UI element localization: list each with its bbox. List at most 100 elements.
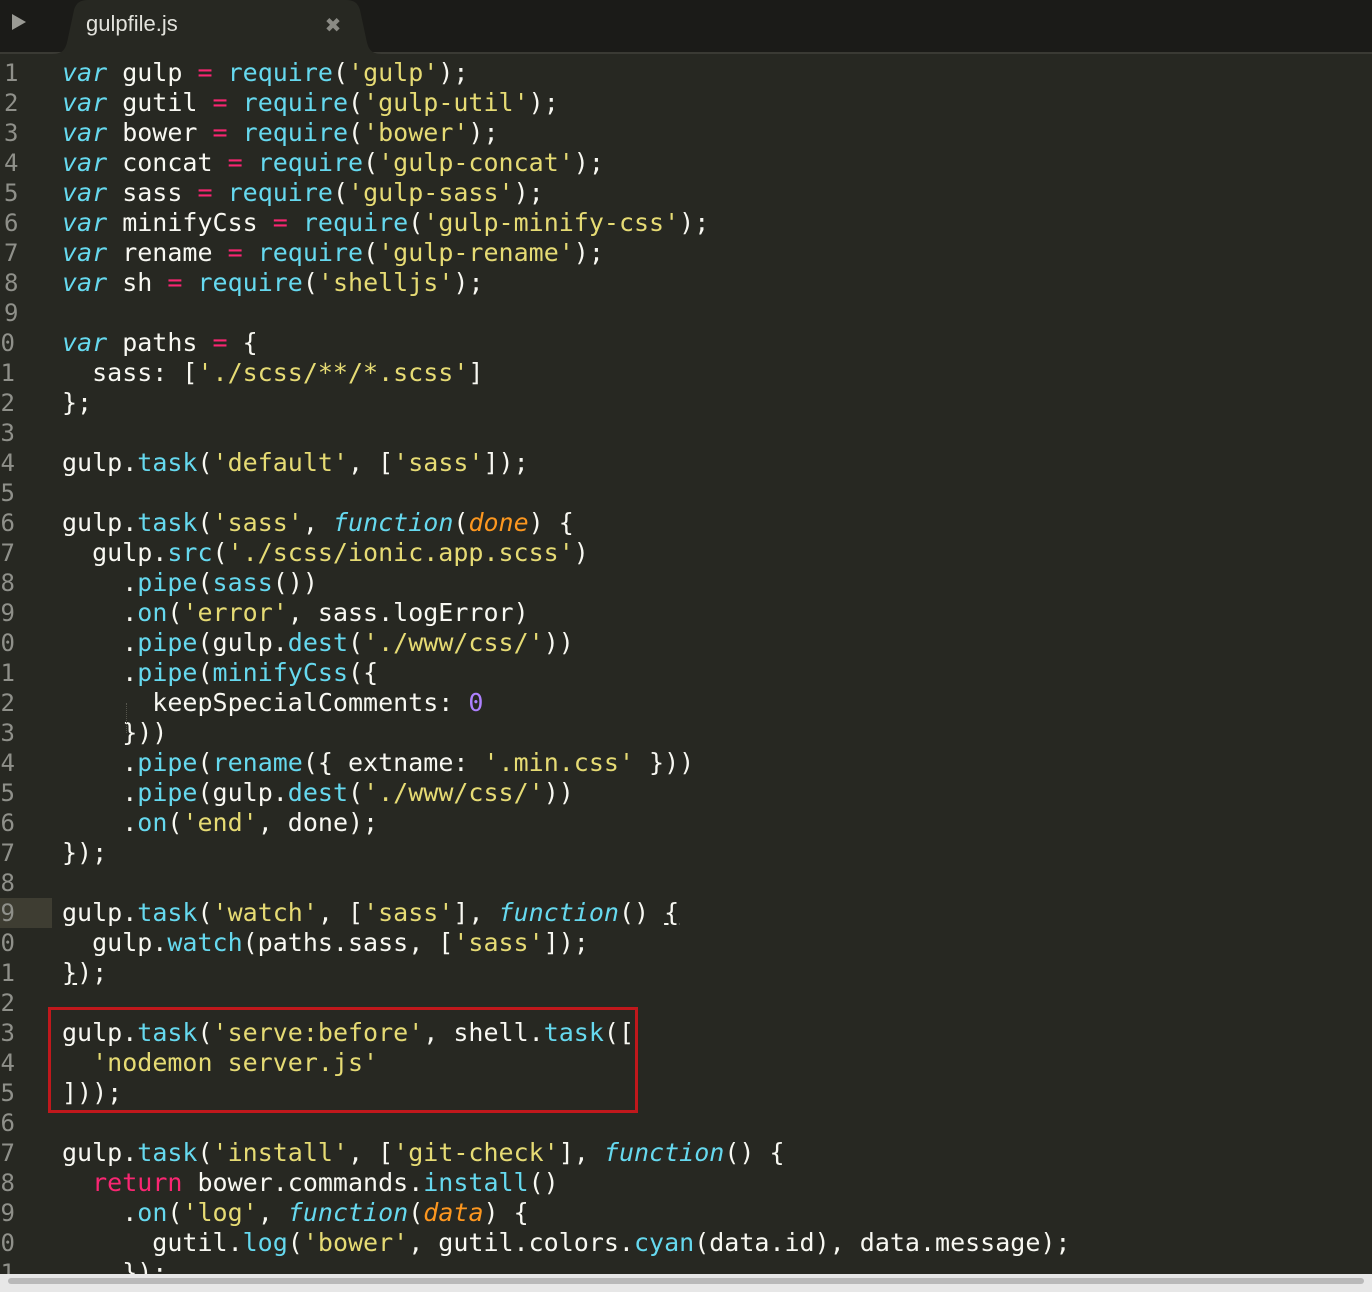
line-number: 30 bbox=[0, 929, 15, 957]
code-line[interactable]: 37 gulp.task('install', ['git-check'], fu… bbox=[0, 1138, 1372, 1168]
code-line[interactable]: 8 var sh = require('shelljs'); bbox=[0, 268, 1372, 298]
code-token: paths bbox=[107, 328, 213, 357]
code-token: dest bbox=[287, 628, 349, 657]
code-token: cyan bbox=[633, 1228, 695, 1257]
code-text: }); bbox=[62, 838, 107, 868]
line-number-cell: 17 bbox=[0, 538, 52, 568]
line-number: 2 bbox=[4, 89, 19, 117]
code-token: concat bbox=[107, 148, 228, 177]
code-line[interactable]: 15 bbox=[0, 478, 1372, 508]
code-line[interactable]: 14 gulp.task('default', ['sass']); bbox=[0, 448, 1372, 478]
code-token: './scss/ionic.app.scss' bbox=[227, 538, 574, 567]
close-icon[interactable]: ✖ bbox=[322, 14, 344, 36]
code-token: pipe bbox=[137, 748, 198, 777]
line-number: 38 bbox=[0, 1169, 15, 1197]
horizontal-scrollbar[interactable] bbox=[0, 1274, 1372, 1292]
code-line[interactable]: 16gulp.task('sass', function(done) { bbox=[0, 508, 1372, 538]
code-line[interactable]: 24 .pipe(rename({ extname: '.min.css' })… bbox=[0, 748, 1372, 778]
code-line[interactable]: 4 var concat = require('gulp-concat'); bbox=[0, 148, 1372, 178]
code-line[interactable]: 22 keepSpecialComments: 0 bbox=[0, 688, 1372, 718]
code-line[interactable]: 41 }); bbox=[0, 1258, 1372, 1274]
line-number: 40 bbox=[0, 1229, 15, 1257]
line-number: 22 bbox=[0, 689, 15, 717]
code-token: dest bbox=[287, 778, 349, 807]
code-token: ); bbox=[679, 208, 710, 237]
code-token: task bbox=[137, 508, 198, 537]
line-number: 1 bbox=[4, 59, 19, 87]
code-line[interactable]: 23 })) bbox=[0, 718, 1372, 748]
code-token: ( bbox=[197, 748, 213, 777]
tab-gulpfile[interactable]: gulpfile.js ✖ bbox=[52, 0, 382, 54]
code-text: sass: ['./scss/**/*.scss'] bbox=[62, 358, 483, 388]
code-token: data bbox=[423, 1198, 484, 1227]
code-token: '.min.css' bbox=[483, 748, 634, 777]
code-line[interactable]: 6 var minifyCss = require('gulp-minify-cs… bbox=[0, 208, 1372, 238]
code-token: ); bbox=[438, 58, 469, 87]
line-number: 35 bbox=[0, 1079, 15, 1107]
code-token: { bbox=[227, 328, 258, 357]
line-number: 39 bbox=[0, 1199, 15, 1227]
code-token: = bbox=[197, 178, 213, 207]
line-number-cell: 23 bbox=[0, 718, 52, 748]
code-token: . bbox=[62, 808, 138, 837]
code-line[interactable]: 20 .pipe(gulp.dest('./www/css/')) bbox=[0, 628, 1372, 658]
code-token: './www/css/' bbox=[363, 778, 544, 807]
code-token: { bbox=[664, 898, 680, 927]
code-line[interactable]: 11 sass: ['./scss/**/*.scss'] bbox=[0, 358, 1372, 388]
code-line[interactable]: 19 .on('error', sass.logError) bbox=[0, 598, 1372, 628]
code-line[interactable]: 7 var rename = require('gulp-rename'); bbox=[0, 238, 1372, 268]
line-number-cell: 32 bbox=[0, 988, 52, 1018]
code-line[interactable]: 25 .pipe(gulp.dest('./www/css/')) bbox=[0, 778, 1372, 808]
code-line[interactable]: 30 gulp.watch(paths.sass, ['sass']); bbox=[0, 928, 1372, 958]
code-token: bower.commands. bbox=[182, 1168, 424, 1197]
code-token: 'end' bbox=[182, 808, 258, 837]
code-line[interactable]: 28 bbox=[0, 868, 1372, 898]
code-line[interactable]: 27}); bbox=[0, 838, 1372, 868]
code-token: var bbox=[62, 58, 108, 87]
code-token: ({ extname: bbox=[302, 748, 484, 777]
line-number: 31 bbox=[0, 959, 15, 987]
code-line[interactable]: 10 var paths = { bbox=[0, 328, 1372, 358]
line-number-cell: 22 bbox=[0, 688, 52, 718]
code-line[interactable]: 2 var gutil = require('gulp-util'); bbox=[0, 88, 1372, 118]
code-line[interactable]: 17 gulp.src('./scss/ionic.app.scss') bbox=[0, 538, 1372, 568]
code-line[interactable]: 31}); bbox=[0, 958, 1372, 988]
code-token: require bbox=[197, 268, 303, 297]
line-number-cell: 26 bbox=[0, 808, 52, 838]
code-token: 'watch' bbox=[212, 898, 318, 927]
sidebar-toggle-button[interactable] bbox=[10, 12, 30, 34]
line-number: 28 bbox=[0, 869, 15, 897]
code-line[interactable]: 18 .pipe(sass()) bbox=[0, 568, 1372, 598]
code-line[interactable]: 5 var sass = require('gulp-sass'); bbox=[0, 178, 1372, 208]
code-line[interactable]: 13 bbox=[0, 418, 1372, 448]
code-token: ( bbox=[197, 508, 213, 537]
line-number-cell: 12 bbox=[0, 388, 52, 418]
code-token: . bbox=[62, 628, 138, 657]
code-token: }); bbox=[62, 1258, 168, 1274]
code-token: = bbox=[272, 208, 288, 237]
code-line[interactable]: 1 var gulp = require('gulp'); bbox=[0, 58, 1372, 88]
code-token: gulp. bbox=[62, 508, 138, 537]
code-line[interactable]: 26 .on('end', done); bbox=[0, 808, 1372, 838]
code-token: }); bbox=[62, 838, 108, 867]
code-line[interactable]: 3 var bower = require('bower'); bbox=[0, 118, 1372, 148]
code-line[interactable]: 12}; bbox=[0, 388, 1372, 418]
code-token: var bbox=[62, 118, 108, 147]
code-token: ( bbox=[348, 628, 364, 657]
code-line[interactable]: 21 .pipe(minifyCss({ bbox=[0, 658, 1372, 688]
scrollbar-thumb[interactable] bbox=[8, 1278, 1364, 1284]
code-line[interactable]: 9 bbox=[0, 298, 1372, 328]
code-token: 'install' bbox=[212, 1138, 349, 1167]
code-line[interactable]: 40 gutil.log('bower', gutil.colors.cyan(… bbox=[0, 1228, 1372, 1258]
code-token: 'gulp-rename' bbox=[378, 238, 574, 267]
code-token: (gulp. bbox=[197, 778, 288, 807]
code-text: return bower.commands.install() bbox=[62, 1168, 559, 1198]
code-line[interactable]: 38 return bower.commands.install() bbox=[0, 1168, 1372, 1198]
code-token: ()) bbox=[272, 568, 318, 597]
code-line[interactable]: 39 .on('log', function(data) { bbox=[0, 1198, 1372, 1228]
code-text: var sass = require('gulp-sass'); bbox=[62, 178, 544, 208]
line-number: 26 bbox=[0, 809, 15, 837]
code-line[interactable]: 29 gulp.task('watch', ['sass'], function(… bbox=[0, 898, 1372, 928]
code-token: = bbox=[197, 58, 213, 87]
